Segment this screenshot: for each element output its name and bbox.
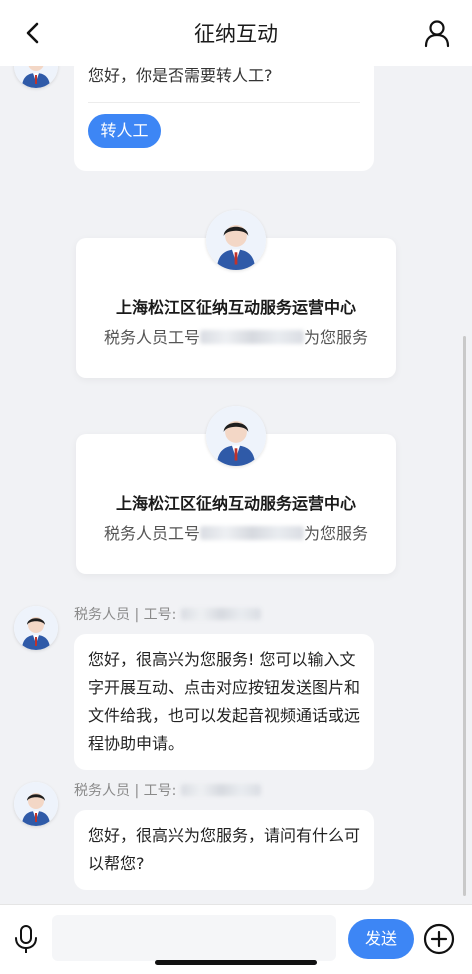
- sender-label: 税务人员 | 工号:: [74, 607, 177, 623]
- staff-id-line: 税务人员工号 为您服务: [76, 520, 396, 544]
- staff-id-prefix: 税务人员工号: [103, 524, 200, 543]
- page-title: 征纳互动: [194, 22, 278, 46]
- agent-avatar: [14, 66, 58, 88]
- staff-id-prefix: 税务人员工号: [103, 328, 200, 347]
- divider: [88, 102, 360, 103]
- transfer-to-human-button[interactable]: 转人工: [88, 114, 161, 148]
- message-sender-meta: 税务人员 | 工号:: [74, 604, 261, 624]
- redacted-staff-id: [200, 330, 304, 344]
- plus-circle-icon[interactable]: [423, 923, 455, 955]
- transfer-question: 您好，你是否需要转人工?: [88, 66, 273, 85]
- agent-avatar: [14, 782, 58, 826]
- agent-avatar: [14, 606, 58, 650]
- message-sender-meta: 税务人员 | 工号:: [74, 780, 261, 800]
- home-indicator: [155, 960, 317, 965]
- agent-avatar-image: [14, 66, 58, 88]
- agent-avatar-image: [14, 782, 58, 826]
- message-text: 您好，很高兴为您服务，请问有什么可以帮您?: [88, 826, 361, 873]
- agent-avatar-image: [206, 406, 266, 466]
- chat-area[interactable]: 您好，你是否需要转人工? 转人工 上海松江区征纳互动服务运营中心 税务人员工号为…: [0, 66, 472, 904]
- chat-message-bubble: 您好，很高兴为您服务! 您可以输入文字开展互动、点击对应按钮发送图片和文件给我，…: [74, 634, 374, 770]
- redacted-staff-id: [200, 526, 304, 540]
- agent-avatar-image: [206, 210, 266, 270]
- agent-service-card: 上海松江区征纳互动服务运营中心 税务人员工号 为您服务: [76, 210, 396, 378]
- message-input[interactable]: [52, 915, 336, 961]
- staff-id-suffix: 为您服务: [304, 328, 369, 347]
- transfer-prompt-card: 您好，你是否需要转人工? 转人工: [74, 66, 374, 171]
- chat-message-bubble: 您好，很高兴为您服务，请问有什么可以帮您?: [74, 810, 374, 890]
- send-button[interactable]: 发送: [348, 919, 414, 959]
- service-center-name: 上海松江区征纳互动服务运营中心: [115, 298, 356, 317]
- staff-id-suffix: 为您服务: [304, 524, 369, 543]
- agent-avatar-image: [14, 606, 58, 650]
- scrollbar[interactable]: [463, 336, 466, 896]
- user-icon[interactable]: [422, 18, 452, 48]
- microphone-icon[interactable]: [13, 924, 39, 954]
- sender-label: 税务人员 | 工号:: [74, 783, 177, 799]
- top-nav-bar: 征纳互动: [0, 0, 472, 66]
- agent-avatar: [206, 210, 266, 270]
- agent-service-card: 上海松江区征纳互动服务运营中心 税务人员工号 为您服务: [76, 406, 396, 574]
- message-text: 您好，很高兴为您服务! 您可以输入文字开展互动、点击对应按钮发送图片和文件给我，…: [88, 650, 361, 753]
- service-center-name: 上海松江区征纳互动服务运营中心: [115, 494, 356, 513]
- staff-id-line: 税务人员工号 为您服务: [76, 324, 396, 348]
- redacted-staff-id: [180, 784, 261, 796]
- redacted-staff-id: [180, 608, 261, 620]
- agent-avatar: [206, 406, 266, 466]
